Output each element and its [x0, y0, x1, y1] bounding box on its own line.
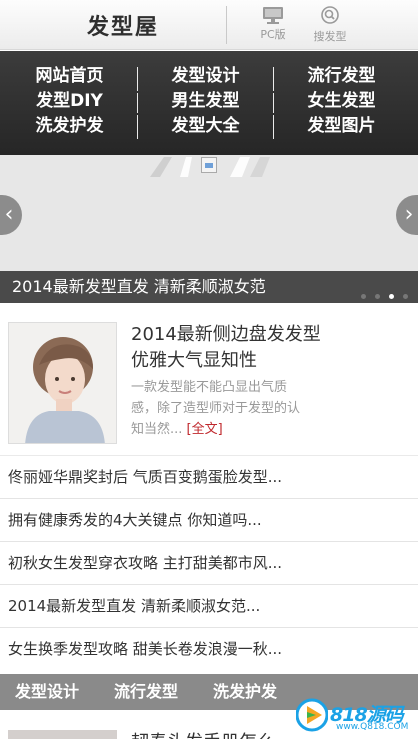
featured-title[interactable]: 2014最新侧边盘发发型 优雅大气显知性: [131, 322, 331, 374]
portrait-photo: [9, 323, 116, 443]
nav-item-pictures[interactable]: 发型图片: [272, 114, 411, 139]
next-title[interactable]: 韧奏头发手册怎么: [131, 728, 275, 739]
nav-row: 网站首页 发型设计 流行发型: [0, 64, 418, 89]
list-item[interactable]: 2014最新发型直发 清新柔顺淑女范...: [0, 584, 418, 627]
page: 发型屋 PC版 搜发型 网站首页 发型设计 流行发型 发型DIY 男生发型 女生…: [0, 0, 418, 739]
slider-dot[interactable]: [361, 294, 366, 299]
featured-article[interactable]: 2014最新侧边盘发发型 优雅大气显知性 一款发型能不能凸显出气质感，除了造型师…: [0, 303, 418, 455]
featured-thumbnail[interactable]: [8, 322, 117, 444]
nav-grid: 网站首页 发型设计 流行发型 发型DIY 男生发型 女生发型 洗发护发 发型大全…: [0, 64, 418, 139]
article-list: 佟丽娅华鼎奖封后 气质百变鹅蛋脸发型... 拥有健康秀发的4大关键点 你知道吗.…: [0, 455, 418, 670]
list-item[interactable]: 佟丽娅华鼎奖封后 气质百变鹅蛋脸发型...: [0, 455, 418, 498]
list-item[interactable]: 女生换季发型攻略 甜美长卷发浪漫一秋...: [0, 627, 418, 670]
nav-item-encyclopedia[interactable]: 发型大全: [136, 114, 275, 139]
featured-summary: 一款发型能不能凸显出气质感，除了造型师对于发型的认知当然... [全文]: [131, 377, 311, 440]
nav-row: 洗发护发 发型大全 发型图片: [0, 114, 418, 139]
main-nav: 网站首页 发型设计 流行发型 发型DIY 男生发型 女生发型 洗发护发 发型大全…: [0, 51, 418, 155]
nav-item-trending[interactable]: 流行发型: [272, 64, 411, 89]
nav-item-mens[interactable]: 男生发型: [136, 89, 275, 114]
banner-slider[interactable]: ‹ ›: [0, 155, 418, 271]
nav-row: 发型DIY 男生发型 女生发型: [0, 89, 418, 114]
slider-dots: [352, 284, 408, 299]
next-thumbnail[interactable]: [8, 730, 117, 739]
nav-item-haircare[interactable]: 洗发护发: [0, 114, 139, 139]
monitor-icon: [263, 7, 283, 24]
nav-item-diy[interactable]: 发型DIY: [0, 89, 139, 114]
nav-item-womens[interactable]: 女生发型: [272, 89, 411, 114]
category-tab-hair-design[interactable]: 发型设计: [15, 674, 79, 710]
site-logo[interactable]: 发型屋: [87, 9, 159, 41]
read-more-link[interactable]: [全文]: [187, 422, 223, 437]
category-tab-haircare[interactable]: 洗发护发: [213, 674, 277, 710]
slider-dot-active[interactable]: [389, 294, 394, 299]
slider-dot[interactable]: [375, 294, 380, 299]
watermark-subtext: www.Q818.COM: [336, 722, 409, 732]
banner-caption-bar[interactable]: 2014最新发型直发 清新柔顺淑女范: [0, 271, 418, 303]
category-tab-trending[interactable]: 流行发型: [114, 674, 178, 710]
play-icon: [295, 698, 329, 732]
list-item[interactable]: 初秋女生发型穿衣攻略 主打甜美都市风...: [0, 541, 418, 584]
list-item[interactable]: 拥有健康秀发的4大关键点 你知道吗...: [0, 498, 418, 541]
slider-dot[interactable]: [403, 294, 408, 299]
header: 发型屋 PC版 搜发型: [0, 0, 418, 50]
slider-next-button[interactable]: ›: [396, 195, 418, 235]
watermark-logo: 818源码 www.Q818.COM: [295, 698, 414, 736]
slider-prev-button[interactable]: ‹: [0, 195, 22, 235]
pc-version-label: PC版: [260, 28, 286, 41]
banner-caption: 2014最新发型直发 清新柔顺淑女范: [12, 277, 266, 296]
search-style-button[interactable]: 搜发型: [300, 6, 360, 46]
pc-version-button[interactable]: PC版: [243, 6, 303, 46]
broken-image-icon: [201, 157, 217, 173]
search-icon: [321, 6, 339, 24]
search-style-label: 搜发型: [313, 30, 347, 43]
nav-item-home[interactable]: 网站首页: [0, 64, 139, 89]
nav-item-hair-design[interactable]: 发型设计: [136, 64, 275, 89]
header-divider: [226, 6, 227, 44]
